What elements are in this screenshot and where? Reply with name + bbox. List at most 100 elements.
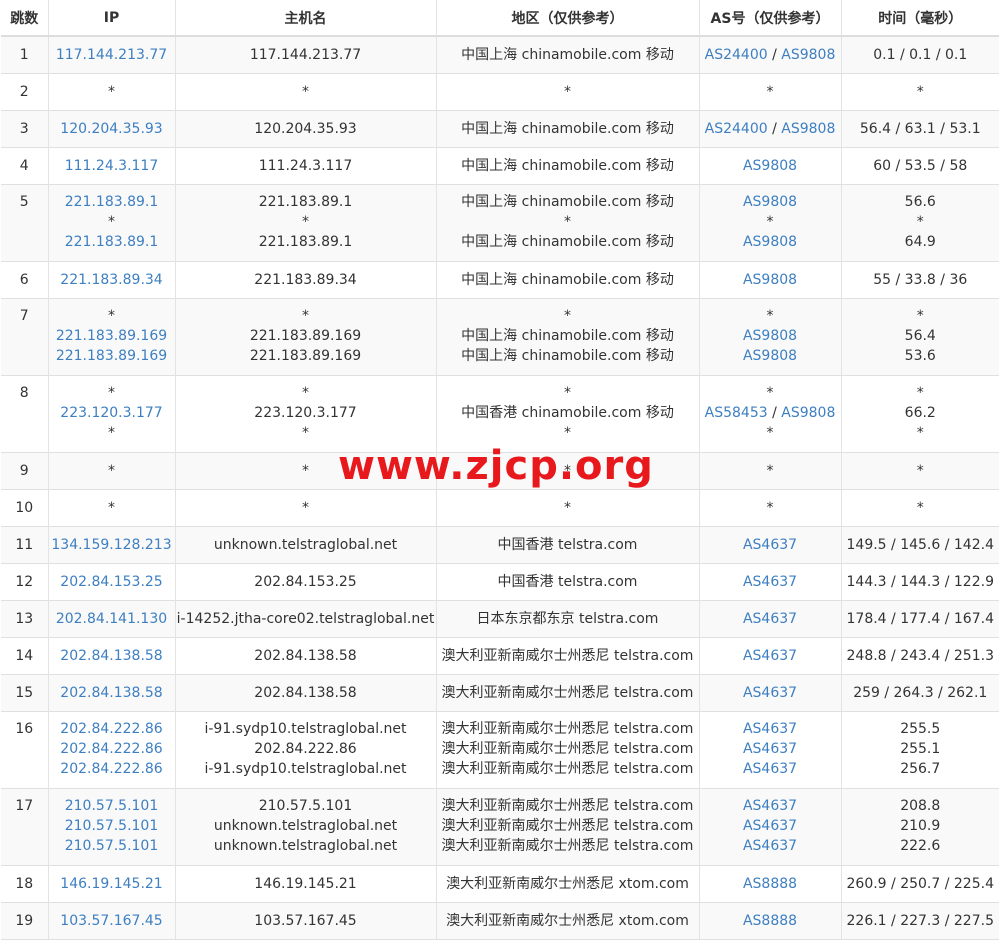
asn-link[interactable]: AS8888 <box>743 913 797 929</box>
time-text: * <box>916 385 924 401</box>
ip-link[interactable]: 223.120.3.177 <box>49 403 175 423</box>
ip-cell: 146.19.145.21 <box>48 865 176 903</box>
region-cell: 澳大利亚新南威尔士州悉尼 telstra.com 澳大利亚新南威尔士州悉尼 tel… <box>436 788 700 866</box>
ip-link[interactable]: 202.84.138.58 <box>49 683 175 703</box>
hop-cell: 12 <box>1 563 49 601</box>
hop-cell: 8 <box>1 375 49 453</box>
ip-link[interactable]: 221.183.89.1 <box>49 192 175 212</box>
asn-line: * <box>700 383 841 403</box>
table-header: 跳数 IP 主机名 地区（仅供参考） AS号（仅供参考） 时间（毫秒） <box>1 0 999 37</box>
hostname-cell: i-91.sydp10.telstraglobal.net 202.84.222.… <box>175 711 437 789</box>
asn-link[interactable]: AS9808 <box>743 158 797 174</box>
asn-link[interactable]: AS9808 <box>743 234 797 250</box>
asn-line: AS4637 <box>700 796 841 816</box>
region-text: * <box>564 84 571 100</box>
ip-link[interactable]: 202.84.138.58 <box>49 646 175 666</box>
region-text: * <box>564 425 571 441</box>
ip-link[interactable]: 221.183.89.1 <box>49 232 175 252</box>
asn-link[interactable]: AS4637 <box>743 721 797 737</box>
time-cell: 260.9 / 250.7 / 225.4 <box>841 865 999 903</box>
asn-link[interactable]: AS4637 <box>743 648 797 664</box>
time-cell: 226.1 / 227.3 / 227.5 <box>841 902 999 940</box>
hostname-cell: 202.84.138.58 <box>175 674 437 712</box>
asn-link[interactable]: AS9808 <box>781 47 835 63</box>
ip-link[interactable]: 111.24.3.117 <box>49 156 175 176</box>
time-text: * <box>916 463 924 479</box>
table-row: 17 210.57.5.101 210.57.5.101 210.57.5.101 21… <box>1 788 999 866</box>
ip-link[interactable]: 202.84.222.86 <box>49 739 175 759</box>
asn-link[interactable]: AS4637 <box>743 818 797 834</box>
ip-link[interactable]: 221.183.89.34 <box>49 270 175 290</box>
ip-link[interactable]: 117.144.213.77 <box>49 45 175 65</box>
asn-text: * <box>766 385 774 401</box>
asn-link[interactable]: AS58453 <box>705 405 768 421</box>
ip-link[interactable]: 202.84.222.86 <box>49 719 175 739</box>
region-cell: 中国上海 chinamobile.com 移动 <box>436 261 700 299</box>
ip-link[interactable]: 103.57.167.45 <box>49 911 175 931</box>
ip-link[interactable]: 221.183.89.169 <box>49 346 175 366</box>
ip-cell: 221.183.89.1 * 221.183.89.1 <box>48 184 176 262</box>
region-text: 中国上海 chinamobile.com 移动 <box>461 272 674 288</box>
header-hostname: 主机名 <box>175 0 437 37</box>
asn-link[interactable]: AS4637 <box>743 761 797 777</box>
region-text: 中国香港 chinamobile.com 移动 <box>461 405 674 421</box>
asn-link[interactable]: AS9808 <box>781 405 835 421</box>
asn-link[interactable]: AS9808 <box>743 348 797 364</box>
time-text: 56.6 <box>904 194 936 210</box>
asn-link[interactable]: AS9808 <box>743 272 797 288</box>
ip-link[interactable]: 202.84.141.130 <box>49 609 175 629</box>
ip-link[interactable]: 210.57.5.101 <box>49 816 175 836</box>
asn-link[interactable]: AS4637 <box>743 537 797 553</box>
hop-cell: 10 <box>1 489 49 527</box>
time-text: 208.8 <box>900 798 941 814</box>
hop-number: 9 <box>19 463 29 479</box>
ip-link[interactable]: 134.159.128.213 <box>49 535 175 555</box>
time-text: 260.9 / 250.7 / 225.4 <box>846 876 994 892</box>
time-text: 178.4 / 177.4 / 167.4 <box>846 611 994 627</box>
asn-link[interactable]: AS9808 <box>781 121 835 137</box>
hop-number: 19 <box>15 913 34 929</box>
hostname-cell: 103.57.167.45 <box>175 902 437 940</box>
asn-line: AS4637 <box>700 609 841 629</box>
asn-cell: AS8888 <box>699 902 842 940</box>
asn-line: AS24400 / AS9808 <box>700 119 841 139</box>
asn-cell: * <box>699 452 842 490</box>
time-cell: 55 / 33.8 / 36 <box>841 261 999 299</box>
ip-link[interactable]: 202.84.153.25 <box>49 572 175 592</box>
asn-cell: AS4637 <box>699 674 842 712</box>
asn-link[interactable]: AS4637 <box>743 741 797 757</box>
asn-link[interactable]: AS9808 <box>743 194 797 210</box>
asn-link[interactable]: AS9808 <box>743 328 797 344</box>
ip-cell: 210.57.5.101 210.57.5.101 210.57.5.101 <box>48 788 176 866</box>
hostname-text: 221.183.89.169 <box>249 328 362 344</box>
region-text: 中国上海 chinamobile.com 移动 <box>461 121 674 137</box>
asn-link[interactable]: AS4637 <box>743 798 797 814</box>
hop-cell: 15 <box>1 674 49 712</box>
ip-link[interactable]: 202.84.222.86 <box>49 759 175 779</box>
time-text: 256.7 <box>900 761 941 777</box>
asn-cell: AS4637 <box>699 563 842 601</box>
ip-cell: 111.24.3.117 <box>48 147 176 185</box>
asn-cell: AS4637 AS4637 AS4637 <box>699 711 842 789</box>
hostname-cell: 221.183.89.34 <box>175 261 437 299</box>
ip-link[interactable]: 146.19.145.21 <box>49 874 175 894</box>
time-text: 144.3 / 144.3 / 122.9 <box>846 574 994 590</box>
asn-link[interactable]: AS4637 <box>743 574 797 590</box>
region-text: 澳大利亚新南威尔士州悉尼 telstra.com <box>441 761 694 777</box>
hostname-cell: 120.204.35.93 <box>175 110 437 148</box>
asn-link[interactable]: AS4637 <box>743 685 797 701</box>
ip-link[interactable]: 221.183.89.169 <box>49 326 175 346</box>
traceroute-table: 跳数 IP 主机名 地区（仅供参考） AS号（仅供参考） 时间（毫秒） 1 117… <box>1 0 999 940</box>
region-text: 澳大利亚新南威尔士州悉尼 xtom.com <box>446 913 689 929</box>
asn-cell: AS9808 <box>699 261 842 299</box>
asn-link[interactable]: AS24400 <box>705 121 768 137</box>
ip-link[interactable]: 120.204.35.93 <box>49 119 175 139</box>
asn-link[interactable]: AS4637 <box>743 838 797 854</box>
ip-cell: 202.84.138.58 <box>48 674 176 712</box>
ip-link[interactable]: 210.57.5.101 <box>49 796 175 816</box>
asn-link[interactable]: AS24400 <box>705 47 768 63</box>
asn-link[interactable]: AS8888 <box>743 876 797 892</box>
ip-link[interactable]: 210.57.5.101 <box>49 836 175 856</box>
asn-link[interactable]: AS4637 <box>743 611 797 627</box>
hop-cell: 13 <box>1 600 49 638</box>
